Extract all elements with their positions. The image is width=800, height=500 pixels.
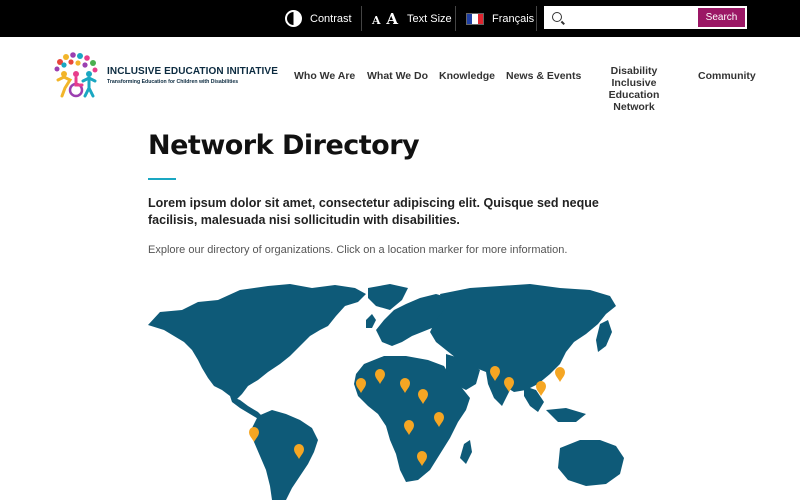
- search-icon: [552, 12, 562, 22]
- utility-bar: Contrast A A Text Size Français Search: [0, 0, 800, 37]
- nav-community[interactable]: Community: [698, 70, 756, 82]
- nav-knowledge[interactable]: Knowledge: [439, 70, 495, 82]
- search-box: Search: [544, 6, 747, 29]
- text-size-icon: A A: [372, 9, 400, 28]
- language-label: Français: [492, 12, 535, 25]
- intro-text: Explore our directory of organizations. …: [148, 244, 568, 256]
- location-marker[interactable]: [555, 367, 565, 382]
- search-button[interactable]: Search: [698, 8, 745, 27]
- nav-who-we-are[interactable]: Who We Are: [294, 70, 355, 82]
- divider: [455, 6, 456, 31]
- title-underline: [148, 178, 176, 180]
- logo-title: INCLUSIVE EDUCATION INITIATIVE: [107, 66, 278, 77]
- site-logo[interactable]: INCLUSIVE EDUCATION INITIATIVE Transform…: [52, 52, 278, 100]
- nav-what-we-do[interactable]: What We Do: [367, 70, 428, 82]
- logo-mark-icon: [54, 52, 98, 98]
- contrast-toggle[interactable]: Contrast: [285, 0, 352, 37]
- contrast-label: Contrast: [310, 12, 352, 25]
- contrast-icon: [285, 10, 302, 27]
- text-size-label: Text Size: [407, 12, 452, 25]
- map-landmass: [148, 284, 624, 500]
- divider: [361, 6, 362, 31]
- language-switch[interactable]: Français: [466, 0, 534, 37]
- page-title: Network Directory: [148, 130, 420, 161]
- lead-paragraph: Lorem ipsum dolor sit amet, consectetur …: [148, 196, 599, 227]
- nav-disability-network[interactable]: Disability Inclusive Education Network: [590, 65, 678, 113]
- french-flag-icon: [466, 12, 484, 25]
- text-size-toggle[interactable]: A A Text Size: [372, 0, 452, 37]
- nav-news-events[interactable]: News & Events: [506, 70, 581, 82]
- logo-subtitle: Transforming Education for Children with…: [107, 79, 239, 85]
- world-map[interactable]: [140, 280, 660, 500]
- search-input[interactable]: [567, 9, 697, 26]
- divider: [536, 6, 537, 31]
